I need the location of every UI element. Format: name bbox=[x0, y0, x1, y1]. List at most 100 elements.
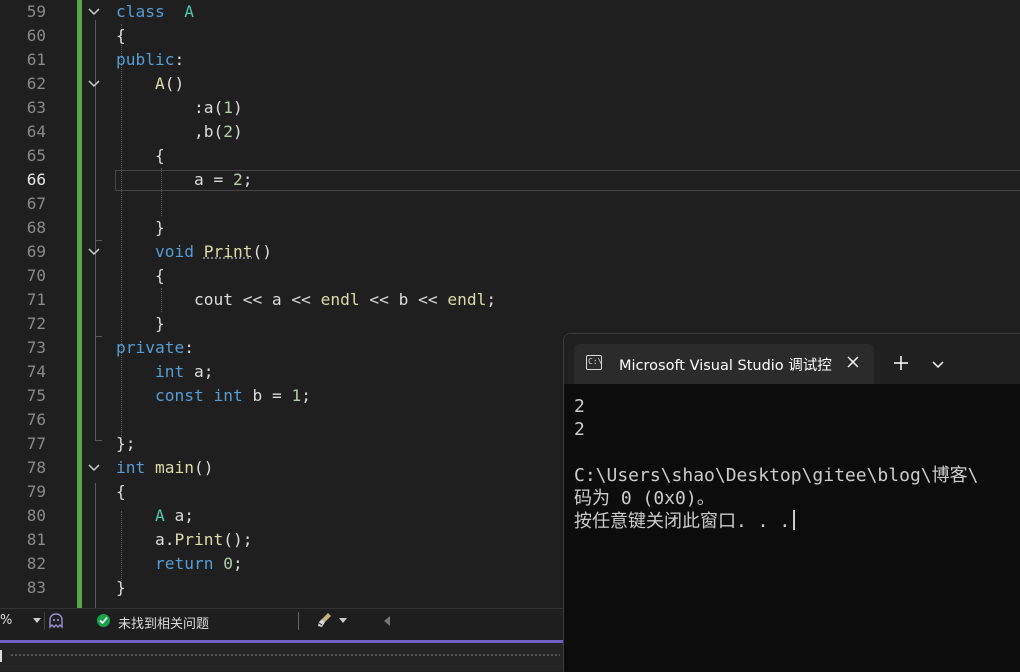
fold-chevron-icon[interactable] bbox=[87, 462, 101, 474]
code-text: const int b = 1; bbox=[116, 384, 311, 408]
code-line[interactable]: 63 :a(1) bbox=[0, 96, 1020, 120]
code-line[interactable]: 66 a = 2; bbox=[0, 168, 1020, 192]
line-number: 77 bbox=[26, 434, 46, 453]
chevron-down-icon[interactable] bbox=[932, 361, 944, 369]
copilot-icon[interactable] bbox=[48, 612, 64, 634]
fold-chevron-icon[interactable] bbox=[87, 78, 101, 90]
code-line[interactable]: 62 A() bbox=[0, 72, 1020, 96]
code-line[interactable]: 68 } bbox=[0, 216, 1020, 240]
code-text: { bbox=[116, 264, 165, 288]
code-text: a.Print(); bbox=[116, 528, 253, 552]
code-text: public: bbox=[116, 48, 184, 72]
line-number: 72 bbox=[26, 314, 46, 333]
terminal-line-text bbox=[574, 442, 585, 463]
close-icon[interactable] bbox=[846, 355, 860, 369]
terminal-line: 按任意键关闭此窗口. . . bbox=[574, 510, 978, 533]
code-token: void bbox=[154, 242, 194, 261]
fold-chevron-icon[interactable] bbox=[87, 246, 101, 258]
code-token: : bbox=[174, 50, 185, 69]
fold-chevron-icon[interactable] bbox=[87, 6, 101, 18]
code-token: ; bbox=[242, 170, 253, 189]
code-token: const bbox=[154, 386, 204, 405]
code-token: () bbox=[252, 242, 272, 261]
code-line[interactable]: 70 { bbox=[0, 264, 1020, 288]
terminal-tab[interactable]: C:\ Microsoft Visual Studio 调试控 bbox=[574, 344, 874, 384]
terminal-line bbox=[574, 441, 978, 464]
line-number: 81 bbox=[26, 530, 46, 549]
scroll-left-arrow-icon[interactable] bbox=[384, 616, 390, 626]
code-token: int bbox=[154, 362, 185, 381]
code-token: a. bbox=[116, 530, 175, 549]
code-text: } bbox=[116, 312, 165, 336]
code-token: a = bbox=[116, 170, 233, 189]
code-token: ,b( bbox=[116, 122, 224, 141]
code-line[interactable]: 60 { bbox=[0, 24, 1020, 48]
code-token: }; bbox=[116, 434, 136, 453]
line-number: 64 bbox=[26, 122, 46, 141]
terminal-line: 2 bbox=[574, 418, 978, 441]
code-token: } bbox=[116, 578, 126, 597]
code-token: Print bbox=[203, 242, 253, 261]
code-token: public bbox=[116, 50, 175, 69]
code-token: (); bbox=[223, 530, 253, 549]
code-line[interactable]: 71 cout << a << endl << b << endl; bbox=[0, 288, 1020, 312]
code-token: return bbox=[154, 554, 214, 573]
line-number: 67 bbox=[26, 194, 46, 213]
console-icon: C:\ bbox=[586, 355, 602, 370]
code-cleanup-icon[interactable] bbox=[316, 611, 334, 633]
code-text: { bbox=[116, 24, 126, 48]
code-token: int bbox=[213, 386, 243, 405]
code-text: class A bbox=[116, 0, 194, 24]
code-token: { bbox=[116, 266, 165, 285]
code-line[interactable]: 67 bbox=[0, 192, 1020, 216]
code-token: } bbox=[116, 314, 165, 333]
drag-handle[interactable] bbox=[10, 653, 560, 657]
code-token: A bbox=[154, 506, 165, 525]
line-number: 63 bbox=[26, 98, 46, 117]
code-token: ; bbox=[232, 554, 243, 573]
divider bbox=[298, 612, 299, 630]
code-text: ,b(2) bbox=[116, 120, 243, 144]
code-token: private bbox=[116, 338, 185, 357]
code-line[interactable]: 69 void Print() bbox=[0, 240, 1020, 264]
code-line[interactable]: 61 public: bbox=[0, 48, 1020, 72]
line-number: 75 bbox=[26, 386, 46, 405]
code-line[interactable]: 64 ,b(2) bbox=[0, 120, 1020, 144]
code-token: ) bbox=[232, 98, 243, 117]
code-token: () bbox=[164, 74, 185, 93]
code-text: } bbox=[116, 576, 126, 600]
code-text: } bbox=[116, 216, 165, 240]
line-number: 78 bbox=[26, 458, 46, 477]
code-token: ; bbox=[301, 386, 311, 405]
terminal-line: C:\Users\shao\Desktop\gitee\blog\博客\ bbox=[574, 464, 978, 487]
line-number: 65 bbox=[26, 146, 46, 165]
code-token: 2 bbox=[223, 122, 233, 141]
terminal-line: 2 bbox=[574, 395, 978, 418]
code-token: ; bbox=[486, 290, 497, 309]
terminal-line: 码为 0 (0x0)。 bbox=[574, 487, 978, 510]
cleanup-dropdown-icon[interactable] bbox=[339, 618, 347, 623]
zoom-dropdown-icon[interactable] bbox=[33, 618, 41, 623]
zoom-level[interactable]: % bbox=[0, 613, 12, 628]
check-circle-icon bbox=[97, 614, 110, 627]
code-token: b = bbox=[242, 386, 292, 405]
new-tab-plus-icon[interactable] bbox=[894, 356, 908, 370]
line-number: 71 bbox=[26, 290, 46, 309]
divider bbox=[44, 612, 45, 630]
code-line[interactable]: 59 class A bbox=[0, 0, 1020, 24]
code-token: () bbox=[193, 458, 214, 477]
code-text: int main() bbox=[116, 456, 213, 480]
issues-status[interactable]: 未找到相关问题 bbox=[118, 613, 209, 632]
debug-console-window[interactable]: C:\ Microsoft Visual Studio 调试控 22 C:\Us… bbox=[563, 333, 1020, 672]
code-text: :a(1) bbox=[116, 96, 243, 120]
line-number: 66 bbox=[26, 170, 46, 189]
code-line[interactable]: 65 { bbox=[0, 144, 1020, 168]
code-token: : bbox=[184, 338, 194, 357]
line-number: 69 bbox=[26, 242, 46, 261]
